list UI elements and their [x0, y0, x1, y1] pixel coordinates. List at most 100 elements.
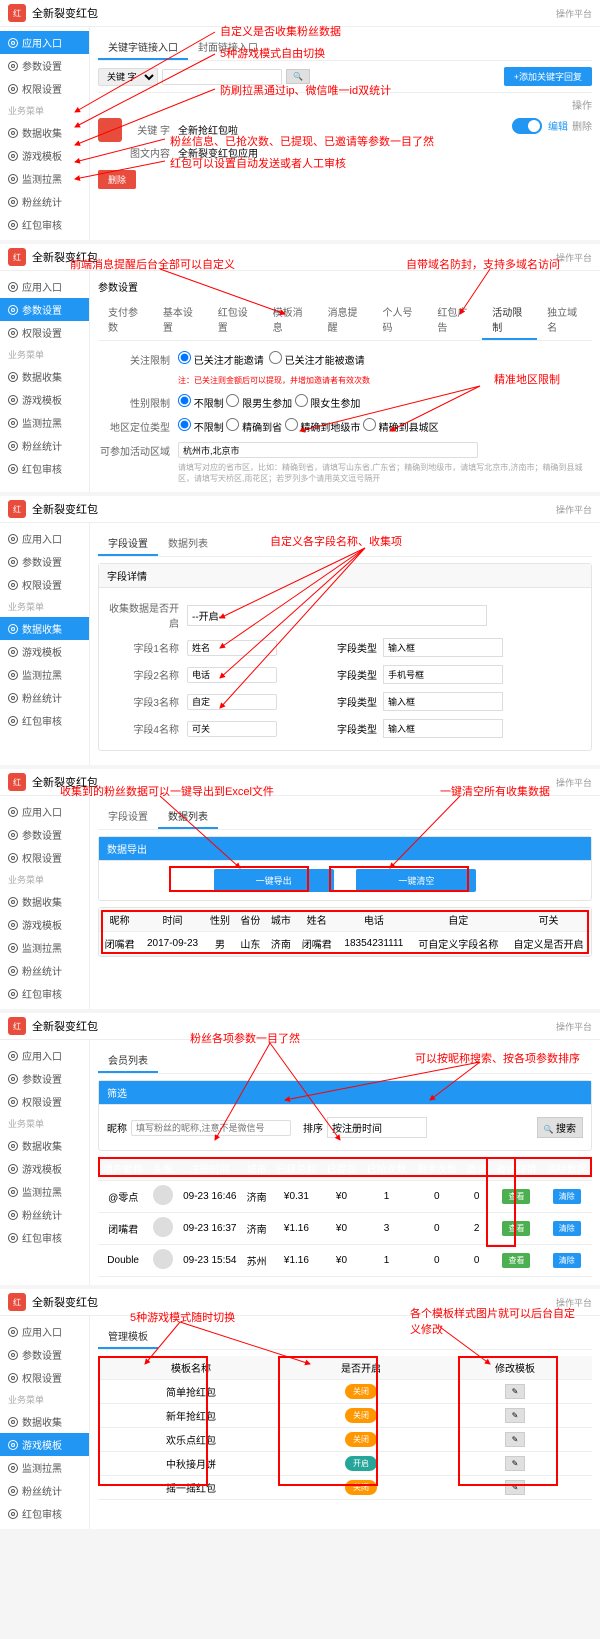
sidebar-stats[interactable]: 粉丝统计	[0, 1203, 89, 1226]
sidebar-entry[interactable]: 应用入口	[0, 1044, 89, 1067]
follow-opt2[interactable]: 已关注才能被邀请	[269, 351, 365, 367]
tab-domain[interactable]: 独立域名	[537, 300, 592, 340]
gender-opt1[interactable]: 限男生参加	[226, 394, 292, 410]
region-opt2[interactable]: 精确到地级市	[285, 418, 361, 434]
sidebar-review[interactable]: 红包审核	[0, 213, 89, 236]
search-btn[interactable]: 🔍	[286, 69, 310, 84]
sidebar-review[interactable]: 红包审核	[0, 982, 89, 1005]
sidebar-params[interactable]: 参数设置	[0, 823, 89, 846]
tab-tpl[interactable]: 模板消息	[263, 300, 318, 340]
sidebar-perm[interactable]: 权限设置	[0, 1366, 89, 1389]
sidebar-perm[interactable]: 权限设置	[0, 321, 89, 344]
field-name-input[interactable]	[187, 667, 277, 683]
sidebar-params[interactable]: 参数设置	[0, 298, 89, 321]
field-name-input[interactable]	[187, 721, 277, 737]
view-btn[interactable]: 查看	[502, 1189, 530, 1204]
tab-limit[interactable]: 活动限制	[482, 300, 537, 340]
sidebar-monitor[interactable]: 监测拉黑	[0, 663, 89, 686]
sidebar-stats[interactable]: 粉丝统计	[0, 434, 89, 457]
sidebar-perm[interactable]: 权限设置	[0, 846, 89, 869]
sidebar-review[interactable]: 红包审核	[0, 457, 89, 480]
field-type-select[interactable]: 输入框	[383, 638, 503, 657]
sidebar-monitor[interactable]: 监测拉黑	[0, 167, 89, 190]
tab-data[interactable]: 数据列表	[158, 804, 218, 829]
sidebar-template[interactable]: 游戏模板	[0, 144, 89, 167]
sidebar-collect[interactable]: 数据收集	[0, 617, 89, 640]
sidebar-collect[interactable]: 数据收集	[0, 365, 89, 388]
field-type-select[interactable]: 输入框	[383, 719, 503, 738]
sidebar-params[interactable]: 参数设置	[0, 550, 89, 573]
edit-btn[interactable]: ✎	[505, 1408, 526, 1423]
gender-opt2[interactable]: 限女生参加	[295, 394, 361, 410]
tab-fields[interactable]: 字段设置	[98, 531, 158, 556]
search-type[interactable]: 关键 字	[98, 68, 158, 86]
tab-members[interactable]: 会员列表	[98, 1048, 158, 1073]
sidebar-stats[interactable]: 粉丝统计	[0, 190, 89, 213]
tab-pay[interactable]: 支付参数	[98, 300, 153, 340]
toggle[interactable]	[512, 118, 542, 134]
sidebar-entry[interactable]: 应用入口	[0, 1320, 89, 1343]
sidebar-stats[interactable]: 粉丝统计	[0, 959, 89, 982]
top-link[interactable]: 操作平台	[556, 7, 592, 20]
tab-msg[interactable]: 消息提醒	[318, 300, 373, 340]
tab-basic[interactable]: 基本设置	[153, 300, 208, 340]
sidebar-collect[interactable]: 数据收集	[0, 1134, 89, 1157]
sidebar-params[interactable]: 参数设置	[0, 54, 89, 77]
nick-input[interactable]	[131, 1120, 291, 1136]
add-kw-btn[interactable]: +添加关键字回复	[504, 67, 592, 86]
sidebar-params[interactable]: 参数设置	[0, 1343, 89, 1366]
sidebar-template[interactable]: 游戏模板	[0, 388, 89, 411]
edit-btn[interactable]: ✎	[505, 1456, 526, 1471]
field-type-select[interactable]: 输入框	[383, 692, 503, 711]
sidebar-template[interactable]: 游戏模板	[0, 1157, 89, 1180]
tab-ad[interactable]: 红包广告	[427, 300, 482, 340]
tab-cover[interactable]: 封面链接入口	[188, 35, 268, 60]
sidebar-collect[interactable]: 数据收集	[0, 1410, 89, 1433]
sidebar-monitor[interactable]: 监测拉黑	[0, 1456, 89, 1479]
status-btn[interactable]: 开启	[345, 1456, 377, 1471]
tab-data[interactable]: 数据列表	[158, 531, 218, 556]
view-btn[interactable]: 查看	[502, 1221, 530, 1236]
status-btn[interactable]: 关闭	[345, 1432, 377, 1447]
sidebar-monitor[interactable]: 监测拉黑	[0, 1180, 89, 1203]
edit-btn[interactable]: ✎	[505, 1432, 526, 1447]
sidebar-perm[interactable]: 权限设置	[0, 1090, 89, 1113]
tab-hb[interactable]: 红包设置	[208, 300, 263, 340]
status-btn[interactable]: 关闭	[345, 1384, 377, 1399]
delete-btn[interactable]: 删除	[98, 170, 136, 189]
enable-select[interactable]: --开启--	[187, 605, 487, 626]
tab-kw[interactable]: 关键字链接入口	[98, 35, 188, 60]
sidebar-collect[interactable]: 数据收集	[0, 890, 89, 913]
delete-link[interactable]: 删除	[572, 118, 592, 133]
sidebar-review[interactable]: 红包审核	[0, 709, 89, 732]
sidebar-review[interactable]: 红包审核	[0, 1502, 89, 1525]
clear-btn[interactable]: 清除	[553, 1253, 581, 1268]
sidebar-monitor[interactable]: 监测拉黑	[0, 936, 89, 959]
sort-select[interactable]: 按注册时间	[327, 1117, 427, 1138]
tab-fields[interactable]: 字段设置	[98, 804, 158, 829]
sidebar-stats[interactable]: 粉丝统计	[0, 1479, 89, 1502]
edit-btn[interactable]: ✎	[505, 1480, 526, 1495]
sidebar-collect[interactable]: 数据收集	[0, 121, 89, 144]
region-opt0[interactable]: 不限制	[178, 418, 224, 434]
sidebar-template[interactable]: 游戏模板	[0, 913, 89, 936]
status-btn[interactable]: 关闭	[345, 1408, 377, 1423]
sidebar-template[interactable]: 游戏模板	[0, 1433, 89, 1456]
area-input[interactable]	[178, 442, 478, 458]
sidebar-perm[interactable]: 权限设置	[0, 573, 89, 596]
clear-btn[interactable]: 清除	[553, 1221, 581, 1236]
export-btn[interactable]: 一键导出	[214, 869, 334, 892]
region-opt3[interactable]: 精确到县城区	[363, 418, 439, 434]
status-btn[interactable]: 关闭	[345, 1480, 377, 1495]
clear-btn[interactable]: 清除	[553, 1189, 581, 1204]
tab-personal[interactable]: 个人号码	[372, 300, 427, 340]
sidebar-perm[interactable]: 权限设置	[0, 77, 89, 100]
sidebar-review[interactable]: 红包审核	[0, 1226, 89, 1249]
gender-opt0[interactable]: 不限制	[178, 394, 224, 410]
view-btn[interactable]: 查看	[502, 1253, 530, 1268]
field-type-select[interactable]: 手机号框	[383, 665, 503, 684]
search-btn[interactable]: 🔍 搜索	[537, 1117, 583, 1138]
search-input[interactable]	[162, 69, 282, 85]
region-opt1[interactable]: 精确到省	[226, 418, 282, 434]
sidebar-params[interactable]: 参数设置	[0, 1067, 89, 1090]
